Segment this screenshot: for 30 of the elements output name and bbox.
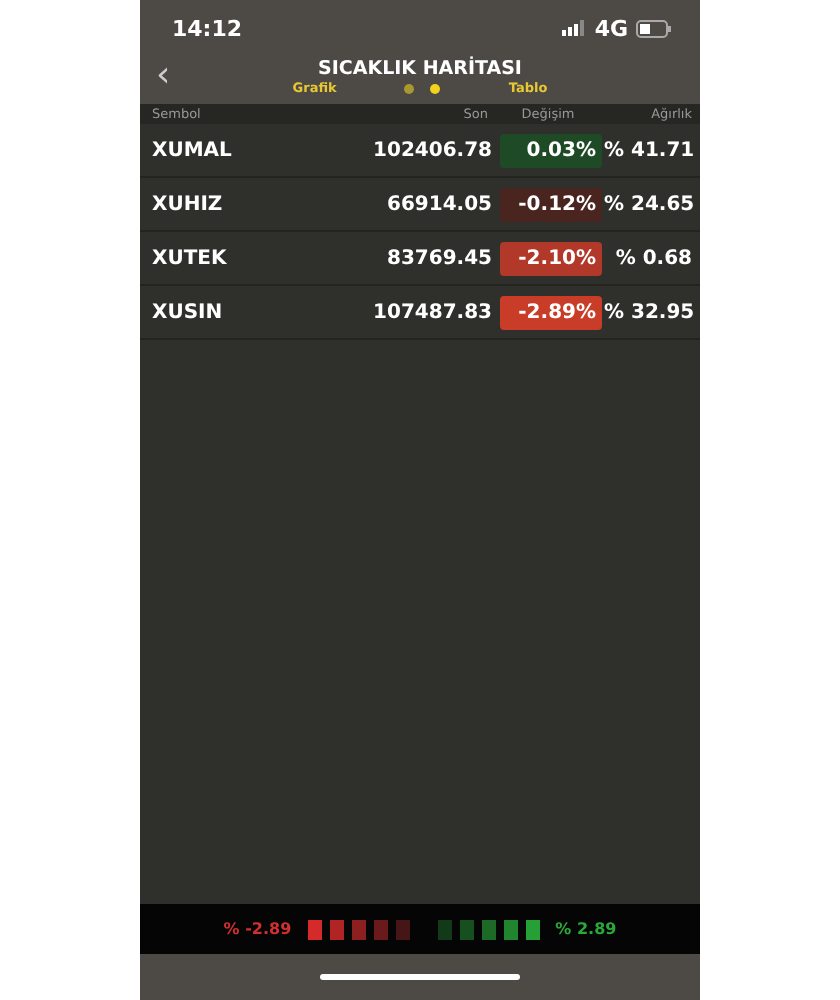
screen-title: SICAKLIK HARİTASI bbox=[318, 58, 522, 80]
back-button[interactable]: ‹ bbox=[156, 58, 171, 94]
table-row[interactable]: XUTEK 83769.45 -2.10% % 0.68 bbox=[140, 232, 700, 286]
change-cell: 0.03% bbox=[500, 133, 602, 167]
network-label: 4G bbox=[594, 15, 628, 41]
legend-min: % -2.89 bbox=[223, 920, 292, 938]
change-cell: -0.12% bbox=[500, 187, 602, 221]
change-cell: -2.10% bbox=[500, 241, 602, 275]
change-cell: -2.89% bbox=[500, 295, 602, 329]
symbol-cell-text: XUHIZ bbox=[152, 193, 225, 215]
symbol-cell-text: XUTEK bbox=[152, 247, 229, 269]
table-row[interactable]: XUSIN 107487.83 -2.89% % 32.95 bbox=[140, 286, 700, 340]
price-cell-text: 66914.05 bbox=[384, 193, 492, 215]
weight-cell: % 24.65 bbox=[604, 193, 695, 215]
page-dot[interactable] bbox=[430, 83, 441, 93]
legend-max: % 2.89 bbox=[555, 920, 617, 938]
price-cell-text: 107487.83 bbox=[371, 301, 492, 323]
symbol-cell-text: XUSIN bbox=[152, 301, 225, 323]
symbol-cell-text: XUMAL bbox=[152, 139, 234, 161]
status-time: 14:12 bbox=[172, 15, 243, 41]
signal-icon bbox=[562, 20, 587, 36]
price-cell-text: 83769.45 bbox=[384, 247, 492, 269]
price-cell-text: 102406.78 bbox=[371, 139, 492, 161]
battery-icon bbox=[636, 19, 672, 37]
weight-cell-text: % 0.68 bbox=[613, 247, 692, 269]
weight-cell: % 41.71 bbox=[604, 139, 695, 161]
page-dot[interactable] bbox=[404, 83, 415, 93]
table-row[interactable]: XUMAL 102406.78 0.03% % 41.71 bbox=[140, 124, 700, 178]
table-row[interactable]: XUHIZ 66914.05 -0.12% % 24.65 bbox=[140, 178, 700, 232]
weight-cell: % 32.95 bbox=[604, 301, 695, 323]
